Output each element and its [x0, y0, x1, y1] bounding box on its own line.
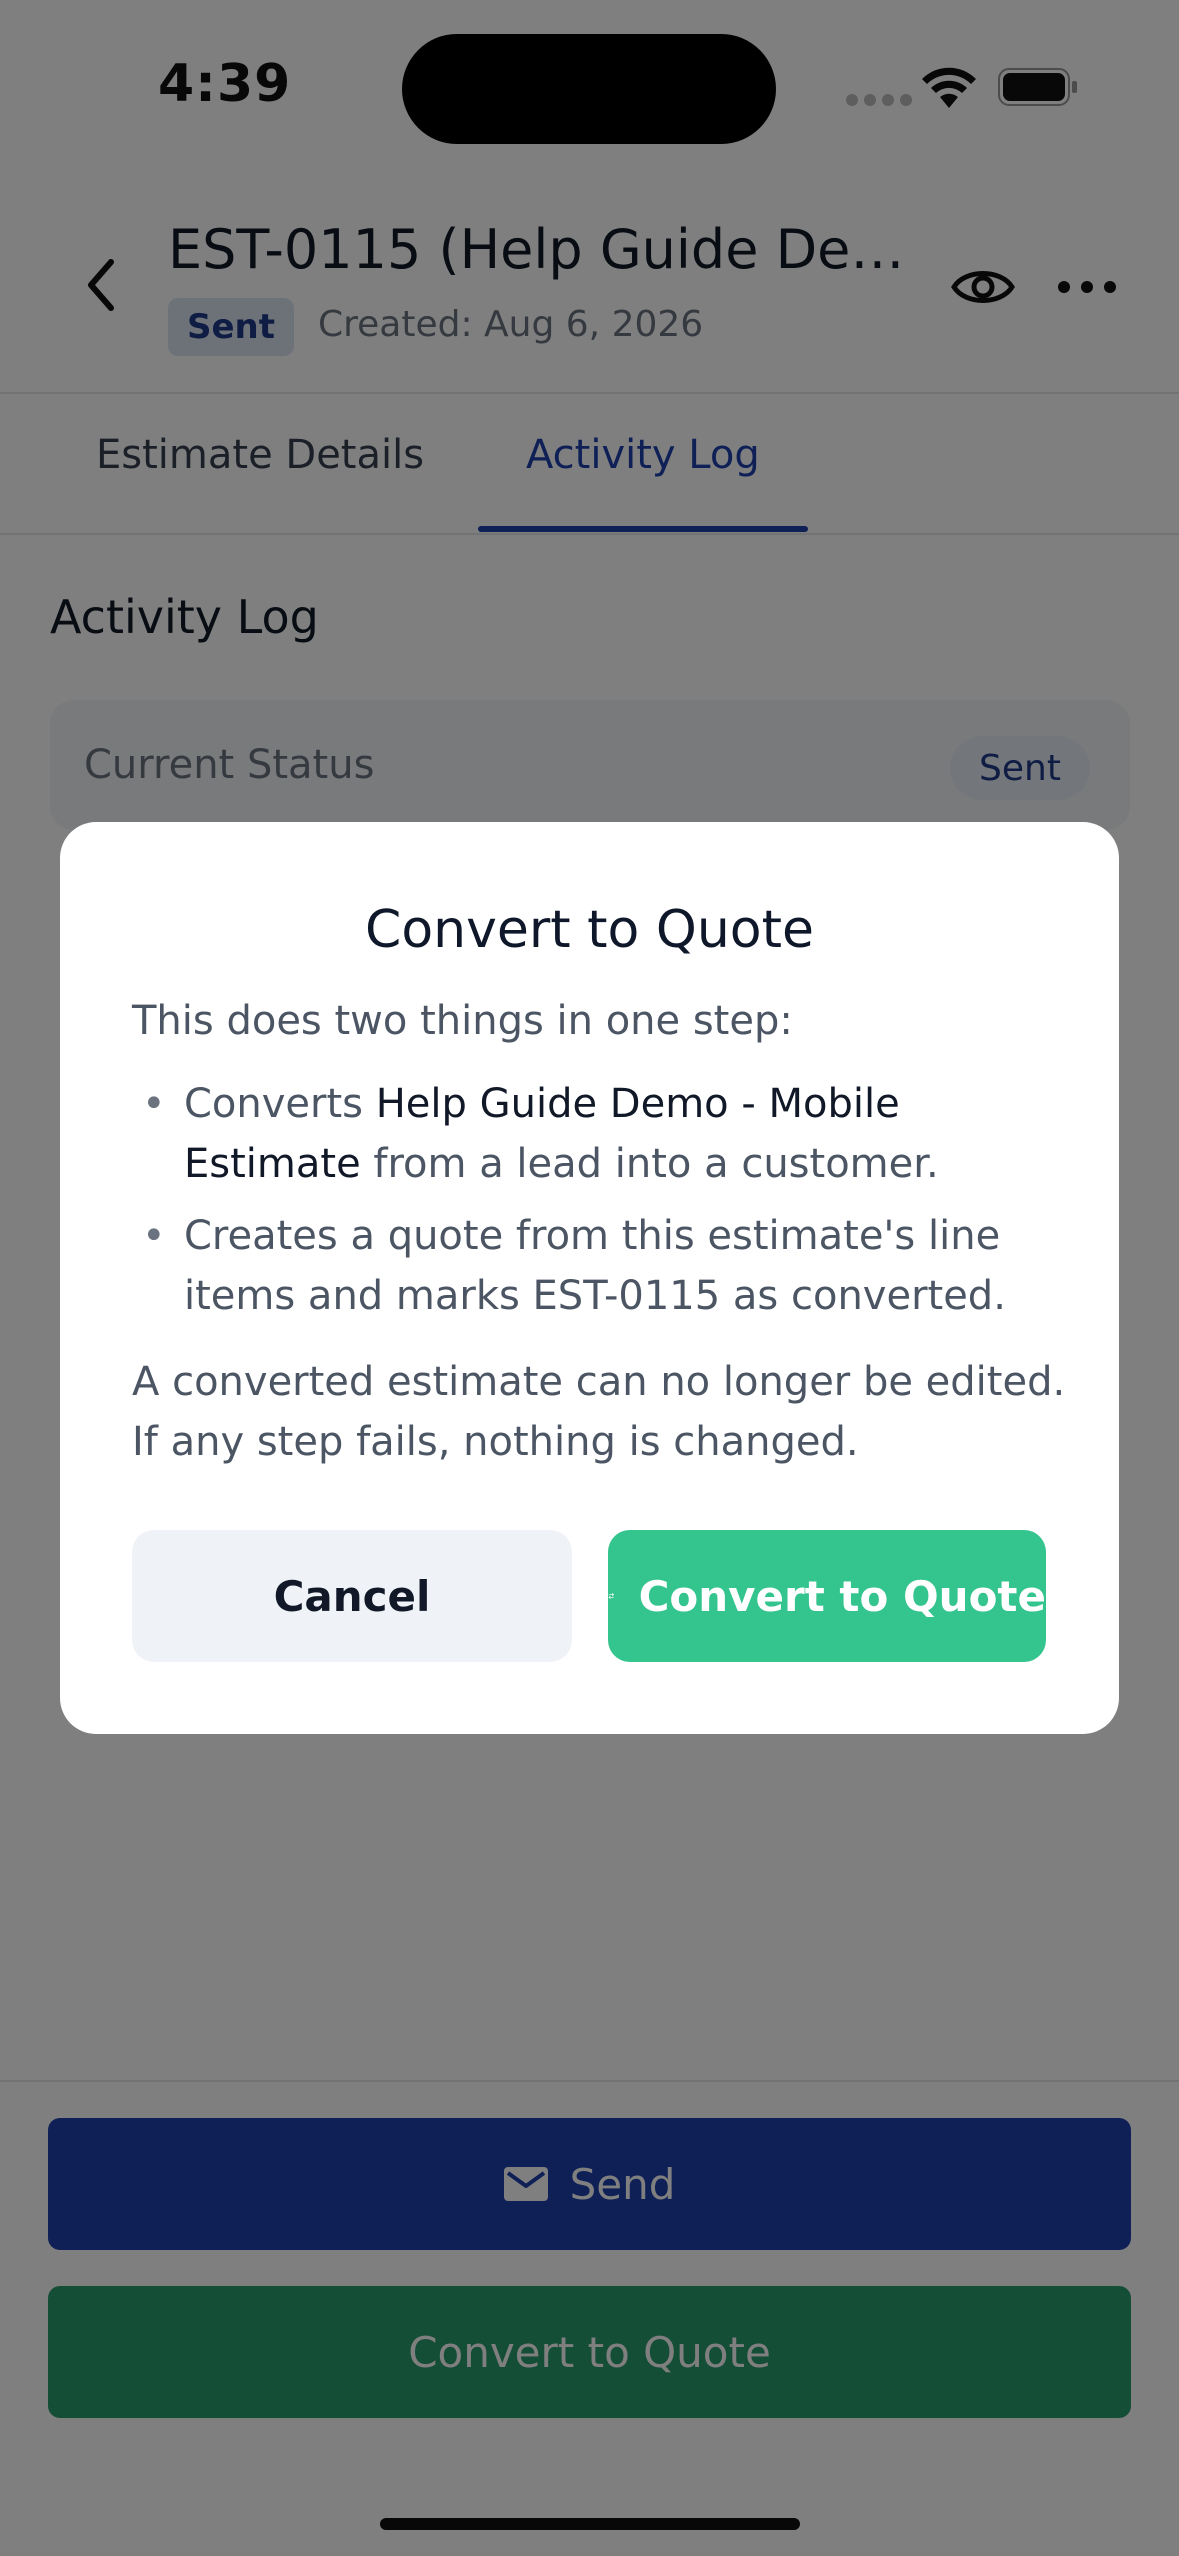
screen: 4:39 EST-0115 (Help Guide Demo - Mobile … [0, 0, 1179, 2556]
dialog-note: A converted estimate can no longer be ed… [132, 1359, 1066, 1465]
dialog-bullet-convert-customer: Converts Help Guide Demo - Mobile Estima… [132, 1074, 1052, 1194]
bullet-1-prefix: Converts [184, 1081, 376, 1127]
dialog-bullet-create-quote: Creates a quote from this estimate's lin… [132, 1206, 1052, 1326]
confirm-convert-button[interactable]: Convert to Quote [608, 1530, 1046, 1662]
dialog-intro: This does two things in one step: [132, 998, 793, 1044]
confirm-button-label: Convert to Quote [638, 1571, 1046, 1621]
bullet-1-suffix: from a lead into a customer. [360, 1141, 939, 1187]
swap-arrows-icon [608, 1593, 614, 1599]
cancel-button-label: Cancel [273, 1571, 431, 1621]
cancel-button[interactable]: Cancel [132, 1530, 572, 1662]
convert-dialog: Convert to Quote This does two things in… [60, 822, 1119, 1734]
dialog-title: Convert to Quote [365, 900, 814, 960]
